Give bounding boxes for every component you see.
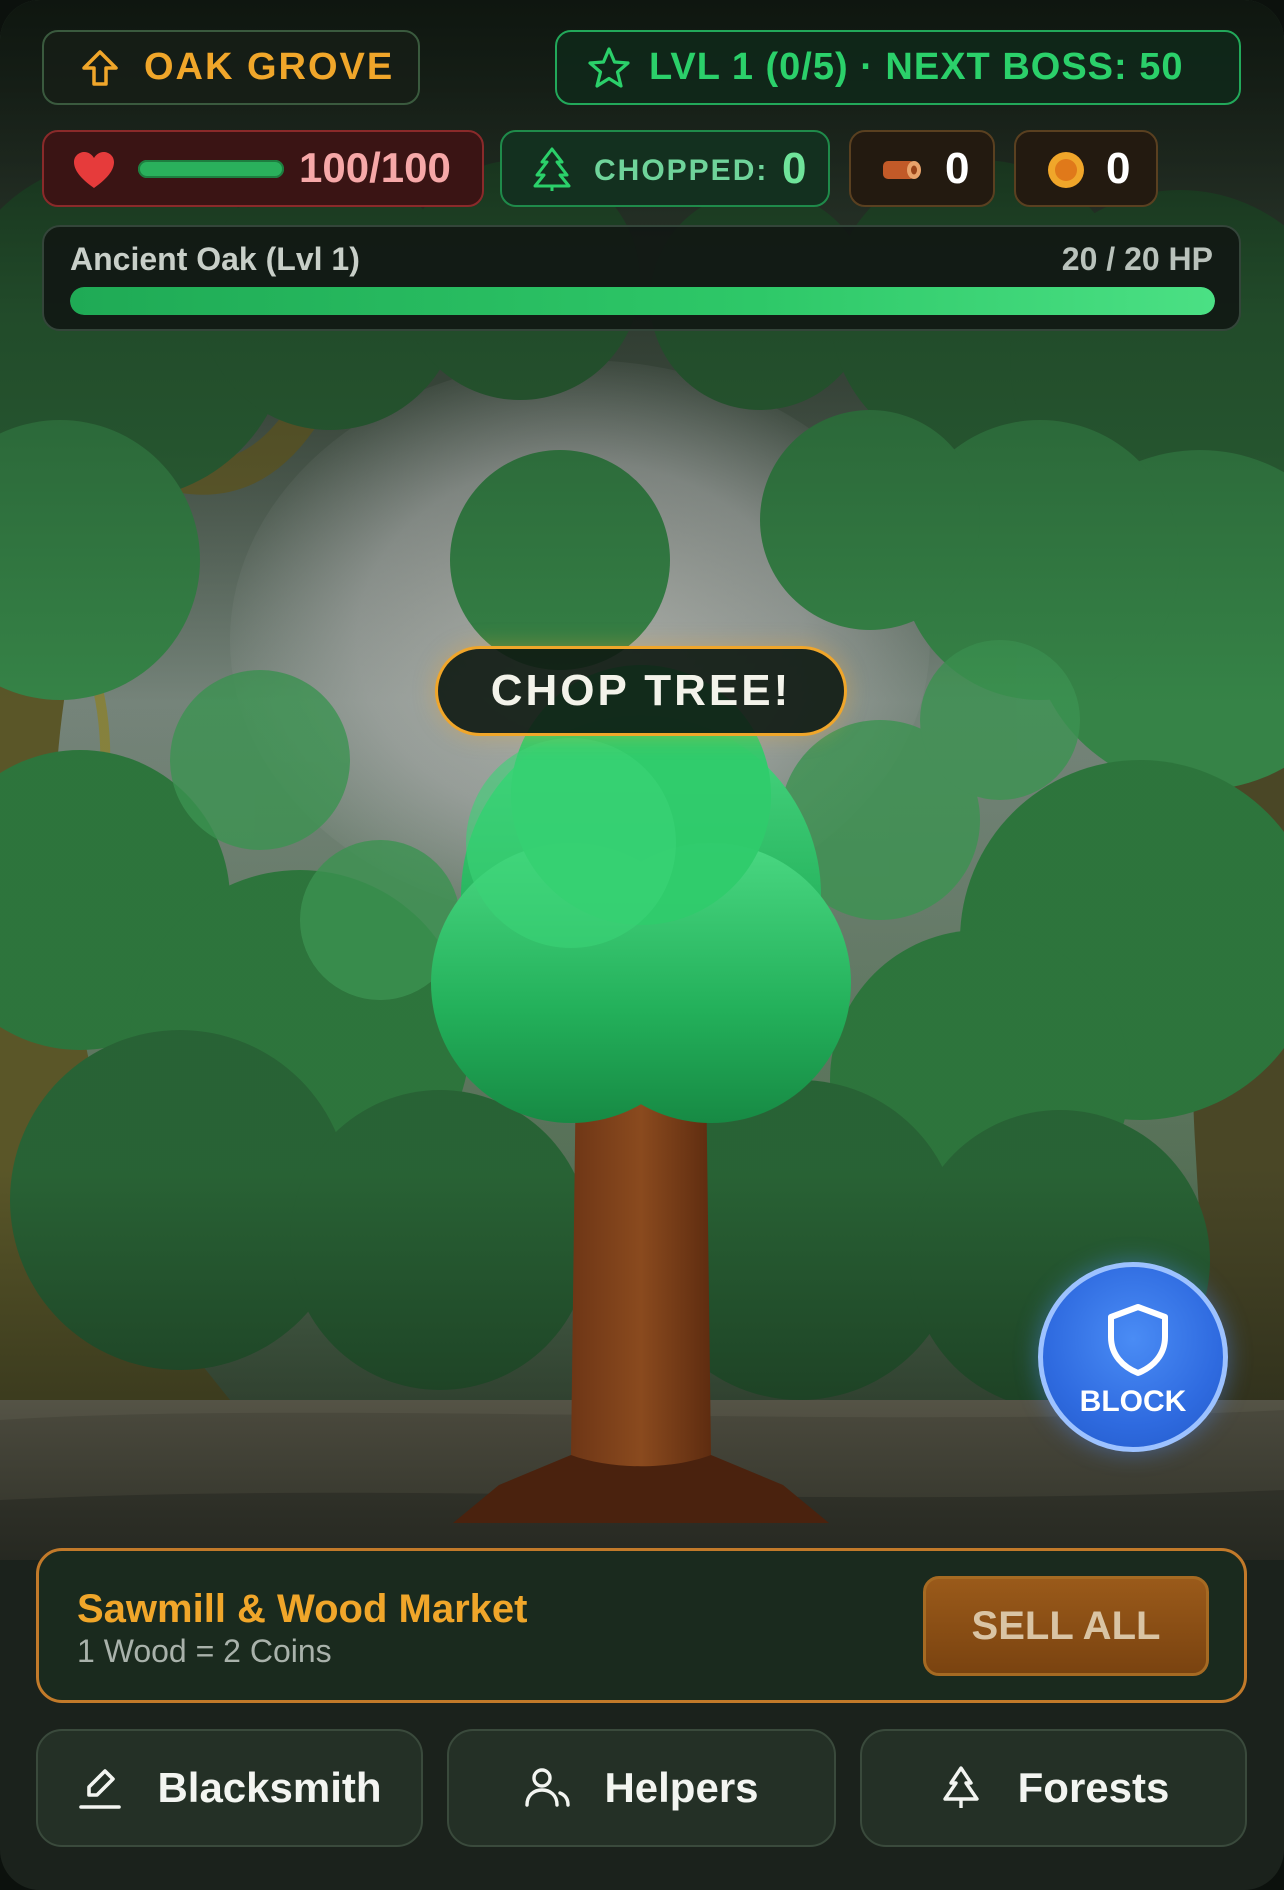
chopped-label: CHOPPED: (594, 154, 769, 187)
target-name: Ancient Oak (Lvl 1) (70, 241, 360, 277)
nav-forests-button[interactable]: Forests (860, 1729, 1247, 1847)
health-value: 100/100 (299, 144, 451, 191)
wood-stat: 0 (849, 130, 995, 207)
star-icon (588, 46, 630, 88)
market-title: Sawmill & Wood Market (77, 1587, 528, 1631)
level-badge: LVL 1 (0/5) · NEXT BOSS: 50 (555, 30, 1241, 105)
target-health-panel: Ancient Oak (Lvl 1) 20 / 20 HP (42, 225, 1241, 331)
users-icon (525, 1768, 571, 1807)
target-hp-fill (70, 287, 1215, 315)
chopped-stat: CHOPPED: 0 (500, 130, 830, 207)
tree-icon (942, 1766, 979, 1808)
block-label: BLOCK (1079, 1385, 1187, 1418)
chop-tree-button[interactable]: CHOP TREE! (435, 646, 847, 736)
wood-value: 0 (945, 144, 970, 193)
heart-icon (74, 152, 114, 188)
arrow-up-icon (82, 49, 118, 86)
wood-market-panel: Sawmill & Wood Market 1 Wood = 2 Coins S… (36, 1548, 1247, 1703)
block-button[interactable]: BLOCK (1038, 1262, 1228, 1452)
health-bar (138, 160, 284, 178)
target-hp-text: 20 / 20 HP (1061, 241, 1213, 277)
coins-stat: 0 (1014, 130, 1158, 207)
shield-icon (1108, 1304, 1168, 1376)
level-text: LVL 1 (0/5) · NEXT BOSS: 50 (649, 46, 1184, 88)
pine-tree-icon (533, 147, 571, 191)
chopped-value: 0 (782, 144, 807, 193)
nav-blacksmith-button[interactable]: Blacksmith (36, 1729, 423, 1847)
coins-value: 0 (1106, 144, 1131, 193)
market-rate: 1 Wood = 2 Coins (77, 1633, 332, 1669)
log-icon (883, 161, 921, 179)
nav-blacksmith-label: Blacksmith (157, 1764, 382, 1811)
hammer-icon (79, 1769, 122, 1809)
target-tree[interactable] (411, 665, 871, 1525)
nav-helpers-label: Helpers (604, 1764, 759, 1811)
nav-forests-label: Forests (1017, 1764, 1170, 1811)
game-frame: OAK GROVE LVL 1 (0/5) · NEXT BOSS: 50 10… (0, 0, 1284, 1890)
coin-icon (1048, 152, 1084, 188)
sell-all-button[interactable]: SELL ALL (923, 1576, 1209, 1676)
target-hp-track (70, 287, 1215, 315)
location-badge[interactable]: OAK GROVE (42, 30, 420, 105)
health-stat: 100/100 (42, 130, 484, 207)
location-name: OAK GROVE (144, 46, 395, 88)
nav-helpers-button[interactable]: Helpers (447, 1729, 836, 1847)
